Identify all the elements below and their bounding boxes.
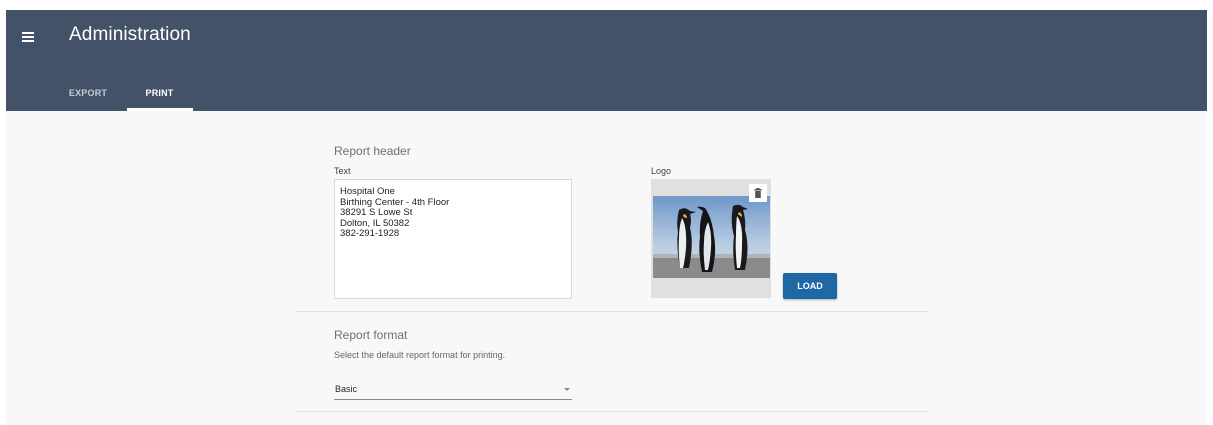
report-format-description: Select the default report format for pri…: [334, 350, 506, 360]
logo-preview: [651, 179, 771, 298]
menu-icon[interactable]: [20, 29, 38, 45]
section-divider: [296, 411, 928, 412]
report-header-text-field[interactable]: Hospital One Birthing Center - 4th Floor…: [334, 179, 572, 299]
section-divider: [296, 311, 928, 312]
tab-print-label: PRINT: [145, 88, 174, 98]
chevron-down-icon: [564, 388, 570, 391]
page-title: Administration: [69, 24, 191, 45]
trash-icon: [754, 188, 762, 198]
app-frame: Administration EXPORT PRINT Report heade…: [6, 10, 1207, 425]
report-format-selected-value: Basic: [335, 384, 358, 394]
tab-export-label: EXPORT: [68, 88, 108, 98]
tab-export[interactable]: EXPORT: [52, 82, 124, 111]
report-header-title: Report header: [334, 144, 411, 158]
logo-label: Logo: [651, 166, 672, 176]
penguins-logo-image: [653, 196, 770, 278]
delete-logo-button[interactable]: [749, 184, 767, 202]
report-format-select[interactable]: Basic: [334, 378, 572, 400]
active-tab-indicator: [127, 108, 193, 111]
text-label: Text: [334, 166, 351, 176]
tab-print[interactable]: PRINT: [126, 82, 193, 111]
load-logo-button[interactable]: LOAD: [783, 273, 837, 299]
app-bar: Administration EXPORT PRINT: [6, 10, 1207, 111]
report-format-title: Report format: [334, 328, 408, 342]
